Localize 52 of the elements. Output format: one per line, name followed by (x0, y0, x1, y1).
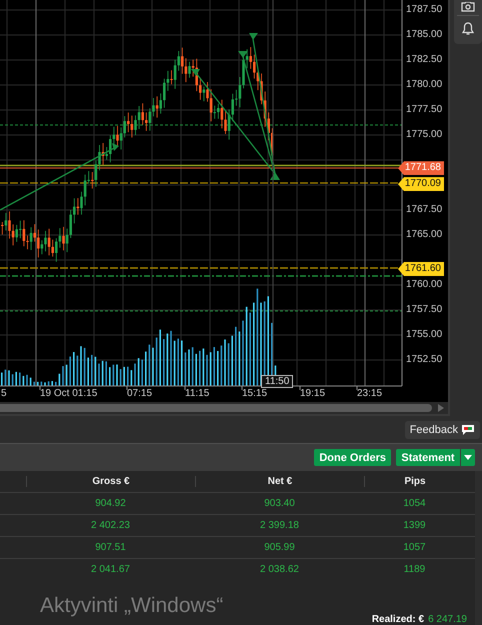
scroll-right-icon[interactable] (438, 404, 444, 412)
price-label: 1755.00 (406, 328, 442, 342)
table-cell: 1054 (403, 498, 426, 509)
column-header[interactable]: Pips (364, 476, 465, 487)
price-label: 1765.00 (406, 228, 442, 242)
price-label: 1777.50 (406, 103, 442, 117)
time-label: 15:15 (242, 388, 268, 400)
price-label: 1757.50 (406, 303, 442, 317)
camera-icon[interactable] (461, 2, 475, 12)
activation-notice: Aktyvinti „Windows“ (40, 594, 224, 618)
scrollbar[interactable] (0, 404, 432, 412)
price-tag: 1770.09 (398, 177, 444, 192)
cursor-time-label: 11:50 (261, 375, 294, 388)
table-cell: 1057 (403, 542, 426, 553)
column-header[interactable]: Gross € (26, 476, 195, 487)
triangle-icon (270, 172, 280, 180)
price-label: 1785.00 (406, 28, 442, 42)
realized-value: 6 247.19 (428, 614, 467, 625)
table-cell: 2 402.23 (91, 520, 130, 531)
realized-label: Realized: € (372, 614, 424, 625)
speech-bubble-icon (461, 424, 475, 436)
table-cell: 2 399.18 (260, 520, 299, 531)
price-label: 1780.00 (406, 78, 442, 92)
price-label: 1752.50 (406, 353, 442, 367)
time-label: 5 (1, 388, 7, 400)
price-tag: 1761.60 (398, 262, 444, 276)
time-label: 07:15 (127, 388, 152, 400)
table-cell: 1399 (403, 520, 426, 531)
statement-button[interactable]: Statement (396, 449, 460, 466)
done-orders-button[interactable]: Done Orders (314, 449, 391, 466)
table-cell: 2 041.67 (91, 564, 130, 575)
time-label: 23:15 (357, 388, 382, 400)
time-label: 11:15 (185, 388, 210, 400)
table-cell: 2 038.62 (260, 564, 299, 575)
price-label: 1760.00 (406, 278, 442, 292)
column-header[interactable]: Net € (195, 476, 364, 487)
dropdown-button[interactable] (461, 449, 475, 466)
table-cell: 907.51 (95, 542, 126, 553)
caret-icon (464, 455, 472, 460)
price-label: 1787.50 (406, 3, 442, 17)
table-cell: 904.92 (95, 498, 126, 509)
table-cell: 903.40 (264, 498, 295, 509)
bell-icon[interactable] (462, 22, 474, 36)
time-label: 19:15 (300, 388, 326, 400)
feedback-button[interactable]: Feedback (404, 420, 480, 438)
table-cell: 1189 (404, 564, 426, 575)
table-cell: 905.99 (264, 542, 295, 553)
time-label: 19 Oct 01:15 (40, 388, 98, 400)
price-tag: 1771.68 (398, 161, 444, 176)
price-label: 1775.00 (406, 128, 442, 142)
price-label: 1782.50 (406, 53, 442, 67)
price-label: 1767.50 (406, 203, 442, 217)
